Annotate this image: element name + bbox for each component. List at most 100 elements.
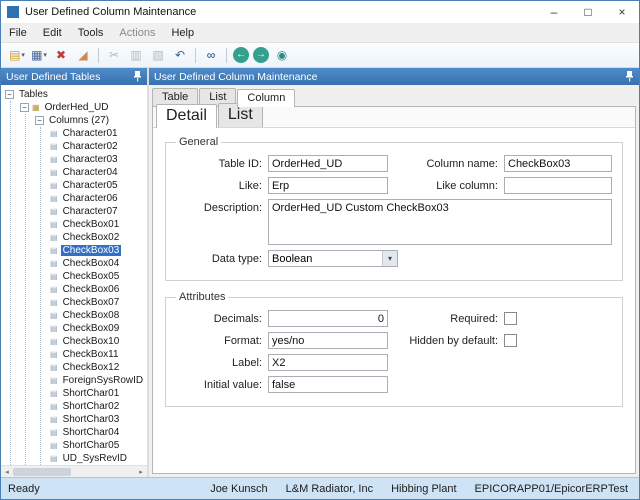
- tree-item-column[interactable]: CheckBox01: [50, 218, 147, 231]
- tree-item-column[interactable]: CheckBox10: [50, 335, 147, 348]
- table-id-field[interactable]: [268, 155, 388, 172]
- tree-item-column[interactable]: ForeignSysRowID: [50, 374, 147, 387]
- general-groupbox: General Table ID: Column name: Like: Lik…: [165, 136, 623, 281]
- tree-item-column[interactable]: ShortChar02: [50, 400, 147, 413]
- tree-item-column[interactable]: CheckBox09: [50, 322, 147, 335]
- scroll-left-icon[interactable]: ◂: [1, 468, 13, 476]
- copy-button[interactable]: ▥: [126, 45, 146, 65]
- column-name-field[interactable]: [504, 155, 612, 172]
- label-field[interactable]: [268, 354, 388, 371]
- tab-detail[interactable]: Detail: [156, 104, 217, 128]
- status-item: Joe Kunsch: [210, 482, 268, 495]
- tree-item-column[interactable]: CheckBox03: [50, 244, 147, 257]
- horizontal-scrollbar[interactable]: ◂ ▸: [1, 465, 147, 477]
- tree-item-column[interactable]: ShortChar05: [50, 439, 147, 452]
- save-button[interactable]: ▦ ▾: [29, 45, 49, 65]
- copy-icon: ▥: [130, 48, 142, 62]
- pin-icon[interactable]: [625, 71, 634, 82]
- tree-item-column[interactable]: Character05: [50, 179, 147, 192]
- chevron-down-icon[interactable]: [382, 251, 397, 266]
- menu-edit[interactable]: Edit: [35, 24, 70, 42]
- collapse-icon[interactable]: [35, 116, 44, 125]
- column-icon: [50, 323, 61, 334]
- menu-help[interactable]: Help: [163, 24, 202, 42]
- menu-tools[interactable]: Tools: [70, 24, 112, 42]
- tree-item-column[interactable]: CheckBox12: [50, 361, 147, 374]
- tree-item-column[interactable]: Character03: [50, 153, 147, 166]
- column-icon: [50, 271, 61, 282]
- tree-item-column[interactable]: Character02: [50, 140, 147, 153]
- tree-item-column[interactable]: Character04: [50, 166, 147, 179]
- minimize-button[interactable]: –: [537, 1, 571, 23]
- scroll-right-icon[interactable]: ▸: [135, 468, 147, 476]
- tree-item-column[interactable]: ShortChar04: [50, 426, 147, 439]
- like-column-field[interactable]: [504, 177, 612, 194]
- like-column-label: Like column:: [436, 179, 498, 192]
- menu-file[interactable]: File: [1, 24, 35, 42]
- decimals-field[interactable]: [268, 310, 388, 327]
- column-icon: [50, 414, 61, 425]
- like-field[interactable]: [268, 177, 388, 194]
- scrollbar-thumb[interactable]: [13, 467, 71, 476]
- hidden-by-default-checkbox[interactable]: [504, 334, 517, 347]
- column-icon: [50, 245, 61, 256]
- general-legend: General: [179, 136, 219, 148]
- tree-item-column[interactable]: Character01: [50, 127, 147, 140]
- tree-item-column[interactable]: CheckBox06: [50, 283, 147, 296]
- undo-arrow-icon: ↶: [174, 48, 186, 62]
- tree-item-column[interactable]: ShortChar01: [50, 387, 147, 400]
- label-label: Label:: [232, 356, 262, 369]
- paste-button[interactable]: ▧: [148, 45, 168, 65]
- tree-panel-title: User Defined Tables: [6, 70, 101, 83]
- initial-value-field[interactable]: [268, 376, 388, 393]
- clear-button[interactable]: ◢: [73, 45, 93, 65]
- target-button[interactable]: ◉: [272, 45, 292, 65]
- tree-item-column[interactable]: Character07: [50, 205, 147, 218]
- tree-node-table[interactable]: OrderHed_UD: [20, 101, 147, 114]
- column-icon: [50, 180, 61, 191]
- data-type-select[interactable]: Boolean: [268, 250, 398, 267]
- cut-button[interactable]: ✂: [104, 45, 124, 65]
- window-title: User Defined Column Maintenance: [25, 6, 197, 18]
- tree-node-tables[interactable]: Tables: [5, 88, 147, 101]
- pin-icon[interactable]: [133, 71, 142, 82]
- collapse-icon[interactable]: [5, 90, 14, 99]
- tab-column[interactable]: Column: [237, 89, 296, 107]
- tree-item-column[interactable]: CheckBox11: [50, 348, 147, 361]
- description-field[interactable]: OrderHed_UD Custom CheckBox03: [268, 199, 612, 245]
- collapse-icon[interactable]: [20, 103, 29, 112]
- delete-button[interactable]: ✖: [51, 45, 71, 65]
- tree-item-column[interactable]: Character06: [50, 192, 147, 205]
- column-icon: [50, 128, 61, 139]
- tree-item-column[interactable]: UD_SysRevID: [50, 452, 147, 465]
- binoculars-icon: ∞: [206, 48, 216, 62]
- initial-value-label: Initial value:: [203, 378, 262, 391]
- maximize-button[interactable]: □: [571, 1, 605, 23]
- new-button[interactable]: ▤ ▾: [7, 45, 27, 65]
- tree-item-column[interactable]: CheckBox08: [50, 309, 147, 322]
- table-icon: [32, 102, 43, 113]
- search-button[interactable]: ∞: [201, 45, 221, 65]
- column-tabpage: Detail List General Table ID: Column nam…: [152, 103, 636, 474]
- new-document-icon: ▤: [9, 48, 21, 62]
- format-field[interactable]: [268, 332, 388, 349]
- tree-item-column[interactable]: CheckBox02: [50, 231, 147, 244]
- tree-item-column[interactable]: CheckBox05: [50, 270, 147, 283]
- tree-item-column[interactable]: ShortChar03: [50, 413, 147, 426]
- tree-node-columns[interactable]: Columns (27): [35, 114, 147, 127]
- forward-button[interactable]: →: [253, 47, 269, 63]
- column-icon: [50, 167, 61, 178]
- back-button[interactable]: ←: [233, 47, 249, 63]
- column-icon: [50, 232, 61, 243]
- tree-item-column[interactable]: CheckBox04: [50, 257, 147, 270]
- menu-actions[interactable]: Actions: [111, 24, 163, 42]
- main-area: User Defined Tables Tables OrderHed_UD: [1, 68, 639, 477]
- description-label: Description:: [203, 202, 262, 214]
- undo-button[interactable]: ↶: [170, 45, 190, 65]
- required-checkbox[interactable]: [504, 312, 517, 325]
- detail-page: General Table ID: Column name: Like: Lik…: [153, 128, 635, 473]
- decimals-label: Decimals:: [213, 312, 262, 325]
- close-button[interactable]: ×: [605, 1, 639, 23]
- tree-item-column[interactable]: CheckBox07: [50, 296, 147, 309]
- save-icon: ▦: [31, 48, 43, 62]
